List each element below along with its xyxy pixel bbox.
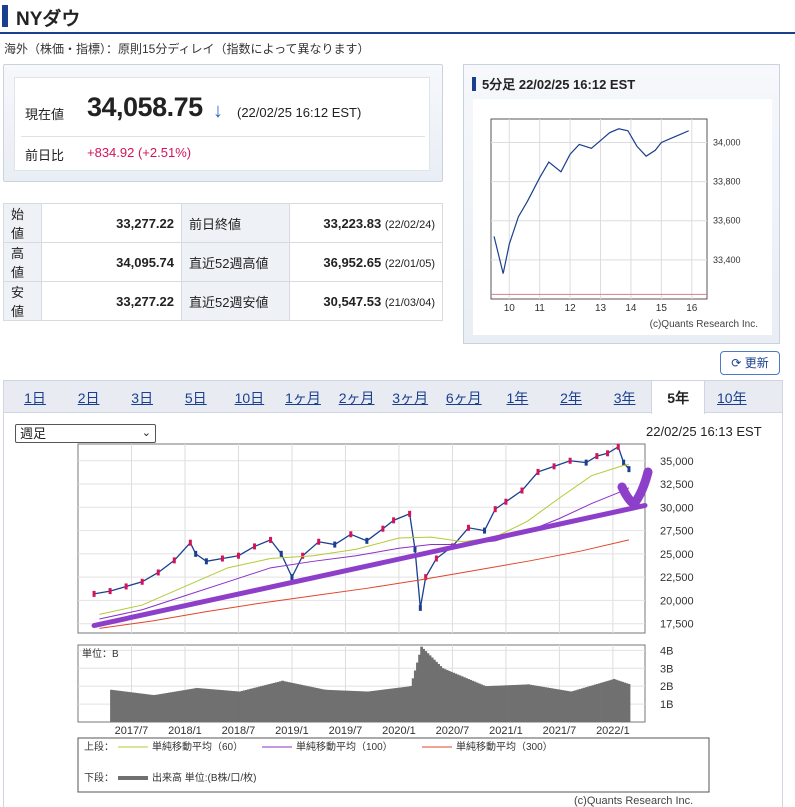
y-tick-label: 33,400 (713, 255, 741, 265)
tab-3年[interactable]: 3年 (598, 381, 652, 413)
stat-value: 34,095.74 (41, 242, 182, 282)
tab-3日[interactable]: 3日 (115, 381, 169, 413)
stat-label: 直近52週高値 (181, 242, 290, 282)
x-tick-label: 16 (686, 303, 698, 314)
stat-value: 30,547.53 (21/03/04) (289, 281, 443, 321)
copyright: (c)Quants Research Inc. (574, 795, 694, 807)
price-change: +834.92 (+2.51%) (87, 145, 192, 160)
tab-5年[interactable]: 5年 (651, 380, 706, 414)
page-title: NYダウ (16, 9, 81, 30)
x-tick-label: 11 (534, 303, 545, 314)
x-tick-label: 13 (595, 303, 607, 314)
stat-value: 33,223.83 (22/02/24) (289, 203, 443, 243)
tab-2年[interactable]: 2年 (544, 381, 598, 413)
period-tabs: 1日 2日 3日 5日 10日 1ヶ月 2ヶ月 3ヶ月 6ヶ月 1年 2年 3年 5年 10年 (3, 380, 783, 414)
tab-5日[interactable]: 5日 (169, 381, 223, 413)
stat-label: 高値 (3, 242, 42, 282)
intraday-chart: 10 11 12 13 14 15 16 33,400 33,600 33,800 34,000 (c… (490, 118, 758, 330)
price-panel: 現在値 34,058.75 ↓ (22/02/25 16:12 EST) 前日比… (3, 64, 443, 182)
price-timestamp: (22/02/25 16:12 EST) (237, 105, 362, 120)
refresh-icon: ⟳ (731, 356, 742, 370)
tab-2日[interactable]: 2日 (62, 381, 116, 413)
stat-label: 始値 (3, 203, 42, 243)
page-header: NYダウ (0, 0, 795, 34)
chart-copyright: (c)Quants Research Inc. (650, 319, 758, 330)
current-price-label: 現在値 (25, 107, 65, 122)
chevron-down-icon: ⌄ (141, 427, 151, 439)
tab-1日[interactable]: 1日 (8, 381, 62, 413)
x-tick-label: 10 (504, 303, 516, 314)
chart-timestamp: 22/02/25 16:13 EST (646, 424, 762, 439)
table-row: 安値 33,277.22 直近52週安値 30,547.53 (21/03/04… (3, 281, 443, 321)
stat-value: 33,277.22 (41, 281, 182, 321)
tab-10年[interactable]: 10年 (705, 381, 759, 413)
stats-table: 始値 33,277.22 前日終値 33,223.83 (22/02/24) 高… (3, 203, 443, 321)
change-label: 前日比 (25, 148, 65, 163)
intraday-chart-panel: 5分足 22/02/25 16:12 EST 10 11 12 13 14 15 16 33,… (463, 64, 780, 344)
intraday-chart-title: 5分足 22/02/25 16:12 EST (472, 74, 635, 93)
tab-3ヶ月[interactable]: 3ヶ月 (383, 381, 437, 413)
tab-6ヶ月[interactable]: 6ヶ月 (437, 381, 491, 413)
period-select[interactable]: 週足 ⌄ (15, 424, 156, 443)
tab-1ヶ月[interactable]: 1ヶ月 (276, 381, 330, 413)
y-tick-label: 33,600 (713, 216, 741, 226)
refresh-button[interactable]: ⟳ 更新 (720, 351, 780, 375)
stat-value: 36,952.65 (22/01/05) (289, 242, 443, 282)
x-tick-label: 12 (565, 303, 577, 314)
tab-1年[interactable]: 1年 (490, 381, 544, 413)
table-row: 始値 33,277.22 前日終値 33,223.83 (22/02/24) (3, 203, 443, 243)
y-tick-label: 34,000 (713, 137, 741, 147)
y-tick-label: 33,800 (713, 177, 741, 187)
tab-10日[interactable]: 10日 (222, 381, 276, 413)
stat-value: 33,277.22 (41, 203, 182, 243)
current-price: 34,058.75 (87, 92, 203, 122)
stat-label: 安値 (3, 281, 42, 321)
down-arrow-icon: ↓ (213, 100, 223, 122)
stat-label: 前日終値 (181, 203, 290, 243)
main-chart-panel (3, 413, 783, 807)
table-row: 高値 34,095.74 直近52週高値 36,952.65 (22/01/05… (3, 242, 443, 282)
x-tick-label: 15 (656, 303, 668, 314)
tab-2ヶ月[interactable]: 2ヶ月 (330, 381, 384, 413)
title-accent-bar (2, 5, 8, 27)
delay-note: 海外（株価・指標）：原則15分ディレイ（指数によって異なります） (4, 42, 370, 56)
stat-label: 直近52週安値 (181, 281, 290, 321)
x-tick-label: 14 (625, 303, 637, 314)
